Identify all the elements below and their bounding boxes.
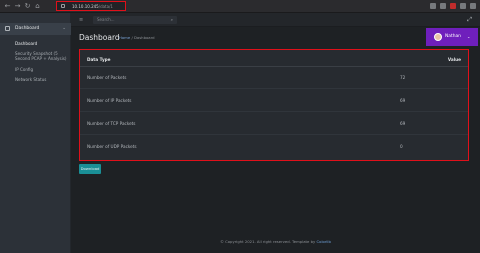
column-header-data-type: Data Type: [87, 57, 111, 62]
row-value: 69: [400, 98, 406, 103]
forward-icon[interactable]: →: [13, 2, 22, 11]
sidebar: Dashboard ⌄ Dashboard Security Snapshot …: [0, 13, 71, 253]
hamburger-menu-icon[interactable]: ≡: [79, 17, 83, 23]
user-menu-button[interactable]: Nathan ⌄: [426, 28, 478, 46]
row-data-type: Number of TCP Packets: [87, 121, 136, 126]
url-text: 10.10.10.245/data/1: [72, 4, 113, 9]
row-value: 0: [400, 144, 403, 149]
table-row: Number of Packets 72: [80, 67, 468, 89]
breadcrumb-separator: /: [131, 35, 133, 40]
row-data-type: Number of UDP Packets: [87, 144, 137, 149]
extension-icon[interactable]: [430, 3, 436, 9]
table-row: Number of TCP Packets 69: [80, 113, 468, 135]
search-icon[interactable]: ⌕: [171, 17, 173, 23]
sidebar-section-label: Dashboard: [15, 26, 40, 31]
footer-text: © Copyright 2021. All right reserved. Te…: [220, 239, 316, 244]
search-placeholder: Search...: [97, 17, 115, 22]
row-value: 69: [400, 121, 406, 126]
download-button[interactable]: Download: [79, 164, 101, 174]
main-content: Dashboard Home / Dashboard Nathan ⌄ Data…: [71, 27, 480, 253]
menu-icon[interactable]: [470, 3, 476, 9]
sidebar-section-dashboard[interactable]: Dashboard ⌄: [0, 23, 71, 35]
extension-icon[interactable]: [460, 3, 466, 9]
user-name: Nathan: [445, 34, 461, 39]
fullscreen-icon[interactable]: ⤢: [467, 16, 472, 24]
row-data-type: Number of Packets: [87, 75, 127, 80]
footer: © Copyright 2021. All right reserved. Te…: [71, 236, 480, 248]
dashboard-icon: [5, 26, 10, 31]
home-icon[interactable]: ⌂: [33, 2, 42, 11]
url-bar[interactable]: 10.10.10.245/data/1: [56, 1, 126, 11]
sidebar-item-dashboard[interactable]: Dashboard: [15, 41, 69, 46]
sidebar-item-ip-config[interactable]: IP Config: [15, 67, 69, 72]
site-info-icon[interactable]: [61, 4, 65, 8]
back-icon[interactable]: ←: [3, 2, 12, 11]
row-data-type: Number of IP Packets: [87, 98, 132, 103]
search-input[interactable]: Search... ⌕: [93, 16, 177, 24]
extension-icon[interactable]: [440, 3, 446, 9]
chevron-down-icon: ⌄: [467, 34, 471, 39]
breadcrumb-home-link[interactable]: Home: [119, 35, 130, 40]
table-header: Data Type Value: [80, 50, 468, 67]
avatar: [434, 33, 442, 41]
chevron-down-icon: ⌄: [62, 26, 66, 31]
reload-icon[interactable]: ↻: [23, 2, 32, 11]
browser-toolbar: ← → ↻ ⌂ 10.10.10.245/data/1: [0, 0, 480, 13]
breadcrumb: Home / Dashboard: [119, 35, 155, 40]
column-header-value: Value: [447, 57, 461, 62]
table-row: Number of IP Packets 69: [80, 90, 468, 112]
top-bar: ≡ Search... ⌕ ⤢: [71, 13, 480, 27]
page-title: Dashboard: [79, 33, 120, 42]
sidebar-item-security-snapshot[interactable]: Security Snapshot (5 Second PCAP + Analy…: [15, 51, 69, 61]
table-row: Number of UDP Packets 0: [80, 136, 468, 158]
row-value: 72: [400, 75, 406, 80]
browser-extension-icons: [430, 3, 476, 9]
footer-colorlib-link[interactable]: Colorlib: [316, 239, 330, 244]
breadcrumb-current: Dashboard: [133, 35, 155, 40]
packet-stats-table: Data Type Value Number of Packets 72 Num…: [79, 49, 469, 161]
sidebar-item-network-status[interactable]: Network Status: [15, 77, 69, 82]
extension-icon[interactable]: [450, 3, 456, 9]
